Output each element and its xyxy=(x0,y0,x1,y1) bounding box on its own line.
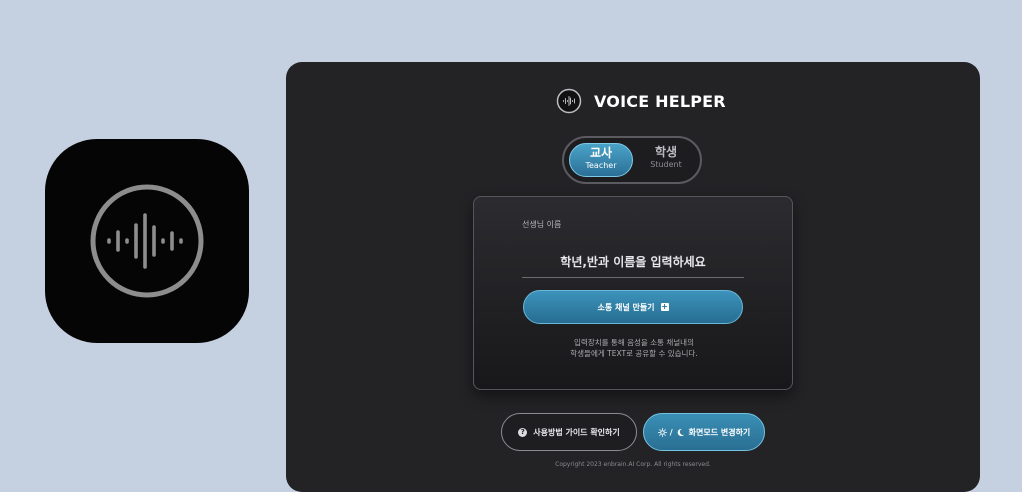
moon-icon xyxy=(677,428,684,436)
form-description: 입력장치를 통해 음성을 소통 채널내의 학생들에게 TEXT로 공유할 수 있… xyxy=(494,337,774,359)
teacher-name-input[interactable] xyxy=(522,247,744,278)
description-line-1: 입력장치를 통해 음성을 소통 채널내의 xyxy=(574,338,694,347)
theme-toggle-button[interactable]: / 화면모드 변경하기 xyxy=(643,413,765,451)
voice-wave-app-icon xyxy=(45,139,249,343)
theme-slash: / xyxy=(669,427,673,437)
voice-wave-logo-icon xyxy=(556,88,582,114)
role-toggle: 교사 Teacher 학생 Student xyxy=(562,136,702,184)
teacher-name-label: 선생님 이름 xyxy=(522,220,562,229)
role-teacher-option[interactable]: 교사 Teacher xyxy=(569,143,633,177)
usage-guide-label: 사용방법 가이드 확인하기 xyxy=(533,427,620,437)
voice-helper-window: VOICE HELPER 교사 Teacher 학생 Student 선생님 이… xyxy=(286,62,980,492)
app-title: VOICE HELPER xyxy=(594,91,726,111)
role-student-sublabel: Student xyxy=(650,160,682,169)
description-line-2: 학생들에게 TEXT로 공유할 수 있습니다. xyxy=(570,349,698,358)
create-channel-label: 소통 채널 만들기 xyxy=(597,302,655,312)
role-teacher-label: 교사 xyxy=(589,146,613,160)
sun-icon xyxy=(657,427,667,437)
theme-icons: / xyxy=(657,427,685,437)
theme-toggle-label: 화면모드 변경하기 xyxy=(688,427,751,437)
create-channel-button[interactable]: 소통 채널 만들기 + xyxy=(523,290,743,324)
role-student-label: 학생 xyxy=(654,145,678,159)
copyright-text: Copyright 2023 enbrain.AI Corp. All righ… xyxy=(555,461,711,468)
role-student-option[interactable]: 학생 Student xyxy=(634,143,698,177)
brand-header: VOICE HELPER xyxy=(556,86,726,116)
role-teacher-sublabel: Teacher xyxy=(585,161,617,170)
plus-square-icon: + xyxy=(660,302,669,311)
question-circle-icon: ? xyxy=(518,427,528,437)
usage-guide-button[interactable]: ? 사용방법 가이드 확인하기 xyxy=(501,413,637,451)
teacher-form-card: 선생님 이름 소통 채널 만들기 + 입력장치를 통해 음성을 소통 채널내의 … xyxy=(473,196,793,390)
